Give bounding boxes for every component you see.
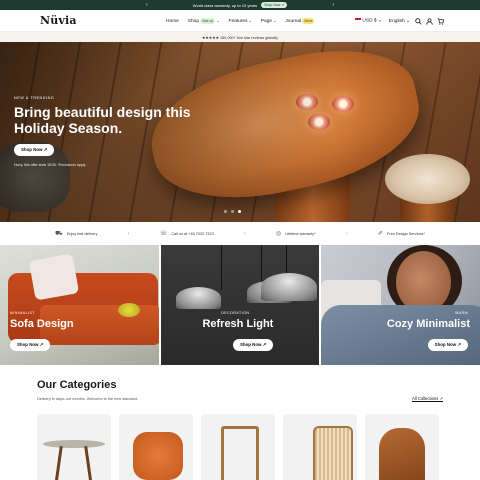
chair-image	[379, 428, 425, 480]
panel-shop-now-button[interactable]: Shop Now ↗	[427, 339, 469, 351]
panel-kicker: DECORATION	[221, 311, 250, 315]
prev-announcement-icon[interactable]: ‹	[146, 2, 148, 8]
hero-kicker: NEW & TRENDING	[14, 96, 55, 100]
announcement-shop-now-button[interactable]: Shop Now ↗	[261, 2, 288, 8]
panel-sofa-design[interactable]: MINIMALIST Sofa Design Shop Now ↗	[0, 245, 159, 365]
categories-subtitle: Delivery in days–not months. Welcome to …	[37, 397, 139, 401]
categories-title: Our Categories	[37, 379, 117, 391]
panel-refresh-light[interactable]: DECORATION Refresh Light Shop Now ↗	[160, 245, 320, 365]
panel-kicker: MINIMALIST	[10, 311, 36, 315]
panel-cozy-minimalist[interactable]: WARM Cozy Minimalist Shop Now ↗	[321, 245, 480, 365]
sale-badge: Sale up	[200, 18, 216, 24]
logo[interactable]: Nüvia	[40, 14, 77, 27]
category-card-beds[interactable]	[283, 414, 357, 480]
announcement-bar: ‹ World class warranty, up to 10 years S…	[0, 0, 480, 10]
main-nav: Home Shop Sale up ⌄ Features⌄ Page⌄ Journa…	[166, 10, 315, 32]
category-card-chairs[interactable]	[365, 414, 439, 480]
chevron-down-icon: ⌄	[273, 18, 277, 23]
chevron-right-icon: ›	[244, 230, 246, 237]
currency-selector[interactable]: USD $ ⌄	[355, 18, 382, 24]
language-selector[interactable]: English ⌄	[389, 19, 410, 24]
site-header: Nüvia Home Shop Sale up ⌄ Features⌄ Page⌄ …	[0, 10, 480, 32]
slide-dot-active[interactable]	[238, 210, 241, 213]
feature-item: ☏ Call us at +45 7020 7323	[159, 231, 214, 237]
search-icon[interactable]	[415, 17, 422, 25]
fruit-image	[118, 303, 140, 317]
chevron-right-icon: ›	[346, 230, 348, 237]
nav-item-journal[interactable]: Journal News	[285, 17, 315, 24]
panel-title: Cozy Minimalist	[386, 318, 471, 330]
nav-item-home[interactable]: Home	[166, 19, 179, 24]
cart-icon[interactable]	[437, 17, 444, 25]
nav-item-page[interactable]: Page⌄	[261, 18, 277, 24]
panel-title: Sofa Design	[10, 318, 74, 330]
hero-title: Bring beautiful design this Holiday Seas…	[14, 104, 191, 136]
nav-item-shop[interactable]: Shop Sale up ⌄	[188, 18, 220, 24]
categories-section: Our Categories Delivery in days–not mont…	[0, 365, 480, 480]
account-icon[interactable]	[426, 17, 433, 25]
phone-icon: ☏	[159, 231, 168, 237]
lamp-wire	[285, 245, 287, 275]
announcement-text: World class warranty, up to 10 years	[192, 2, 258, 8]
category-card-armchairs[interactable]	[119, 414, 193, 480]
slide-dot[interactable]	[231, 210, 234, 213]
panel-shop-now-button[interactable]: Shop Now ↗	[10, 339, 51, 351]
chevron-down-icon: ⌄	[216, 18, 220, 23]
warranty-icon: ◎	[276, 231, 282, 237]
table-top-image	[43, 440, 105, 448]
pendant-lamp-image	[260, 273, 317, 301]
locale-selectors: USD $ ⌄ English ⌄	[355, 10, 410, 32]
hero-shop-now-button[interactable]: Shop Now ↗	[14, 144, 55, 156]
category-cards	[37, 414, 439, 480]
fast-delivery-icon: ⛟	[55, 230, 63, 237]
table-leg-image	[84, 445, 93, 480]
panel-title: Refresh Light	[202, 318, 274, 330]
nav-item-features[interactable]: Features⌄	[229, 18, 252, 24]
feature-item: ⛟ Enjoy fast delivery	[55, 230, 98, 237]
slide-dot[interactable]	[224, 210, 227, 213]
collection-panels: MINIMALIST Sofa Design Shop Now ↗ DECORA…	[0, 245, 480, 365]
feature-item: ◎ Lifetime warranty*	[276, 231, 316, 237]
news-badge: News	[302, 17, 315, 24]
category-card-tables[interactable]	[37, 414, 111, 480]
armchair-image	[133, 432, 183, 480]
next-announcement-icon[interactable]: ›	[332, 2, 334, 8]
feature-item: ✐ Free Design Services*	[378, 231, 425, 237]
all-collections-link[interactable]: All Collections ↗	[412, 396, 443, 401]
hero-banner: NEW & TRENDING Bring beautiful design th…	[0, 42, 480, 222]
table-leg-image	[54, 445, 63, 480]
panel-shop-now-button[interactable]: Shop Now ↗	[232, 339, 274, 351]
hero-slider-dots	[224, 210, 241, 213]
person-image	[396, 251, 452, 313]
lamp-wire	[220, 245, 222, 290]
us-flag-icon	[355, 18, 362, 23]
chevron-down-icon: ⌄	[248, 18, 252, 23]
pendant-lamp-image	[175, 287, 221, 309]
header-icons	[415, 10, 444, 32]
hero-note: Hurry, this offer ends 15:00. *Exclusion…	[14, 163, 86, 167]
pillow-image	[28, 253, 80, 301]
features-bar: ⛟ Enjoy fast delivery › ☏ Call us at +45 7…	[0, 222, 480, 245]
reviews-strip: ★★★★★ 150,000+ five star reviews globall…	[0, 32, 480, 42]
panel-kicker: WARM	[455, 311, 469, 315]
chevron-right-icon: ›	[127, 230, 130, 237]
category-card-stools[interactable]	[201, 414, 275, 480]
design-service-icon: ✐	[378, 231, 384, 237]
lamp-wire	[260, 245, 262, 283]
stool-image	[221, 426, 259, 480]
bed-headboard-image	[313, 426, 353, 480]
